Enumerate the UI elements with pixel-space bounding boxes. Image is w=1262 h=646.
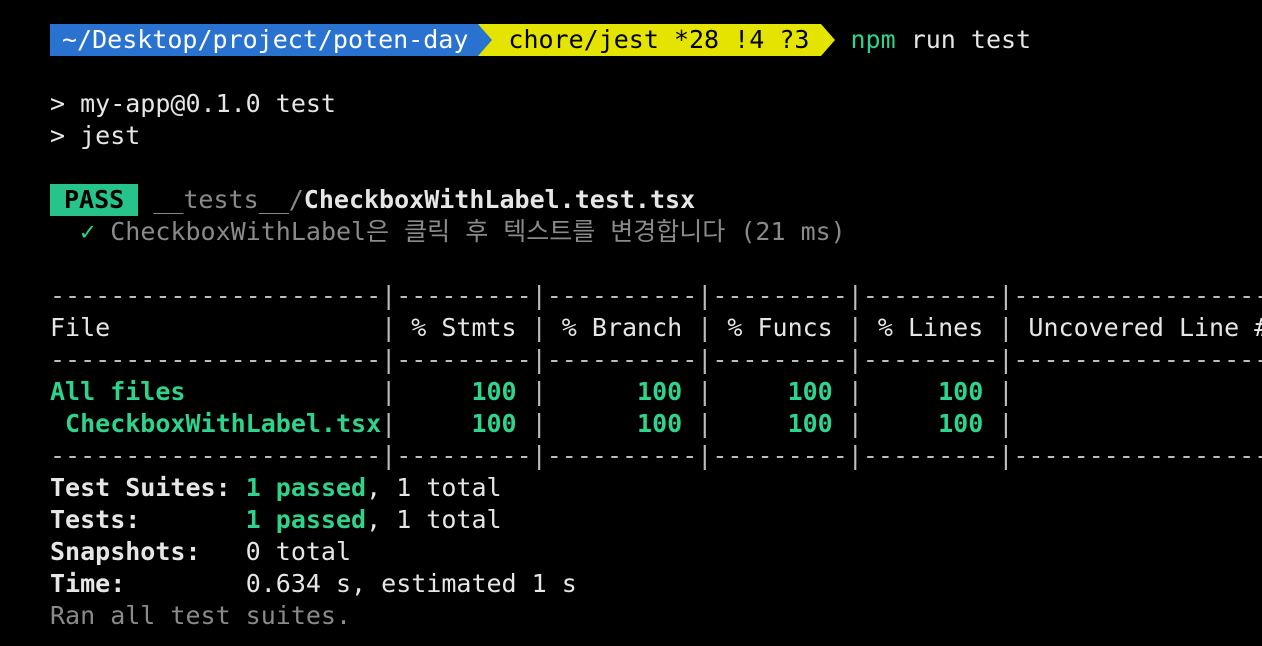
summary-suites: Test Suites: 1 passed, 1 total — [50, 472, 502, 504]
coverage-separator-bottom: ----------------------|---------|-------… — [50, 441, 1262, 470]
powerline-arrow-icon — [478, 24, 493, 56]
row-uncovered — [1013, 409, 1262, 438]
row-branch: 100 — [546, 409, 698, 438]
coverage-row-all-files: All files | 100 | 100 | 100 | 100 | — [50, 376, 1262, 408]
row-stmts: 100 — [396, 377, 532, 406]
summary-snapshots-value: 0 total — [245, 537, 352, 566]
prompt-git-segment: chore/jest *28 !4 ?3 — [492, 24, 822, 56]
row-branch: 100 — [546, 377, 698, 406]
summary-time: Time: 0.634 s, estimated 1 s — [50, 568, 577, 600]
header-funcs: % Funcs — [712, 313, 848, 342]
test-file: CheckboxWithLabel.test.tsx — [303, 185, 696, 214]
summary-suites-passed: 1 passed — [245, 473, 367, 502]
npm-output-line-1: > my-app@0.1.0 test — [50, 89, 336, 118]
summary-snapshots: Snapshots: 0 total — [50, 536, 351, 568]
summary-footer: Ran all test suites. — [50, 601, 352, 630]
powerline-arrow-icon — [821, 24, 836, 56]
header-lines: % Lines — [862, 313, 999, 342]
summary-time-value: 0.634 s, estimated 1 s — [245, 569, 577, 598]
summary-tests-label: Tests: — [50, 505, 141, 534]
command-name: npm — [850, 25, 896, 54]
shell-prompt: ~/Desktop/project/poten-day chore/jest *2… — [50, 24, 1031, 56]
test-case-line: ✓ CheckboxWithLabel은 클릭 후 텍스트를 변경합니다 (21… — [50, 216, 846, 248]
header-uncovered: Uncovered Line #s — [1028, 313, 1262, 342]
row-file: CheckboxWithLabel.tsx — [50, 409, 382, 438]
npm-output-line-2: > jest — [50, 121, 141, 150]
row-file: All files — [50, 377, 382, 406]
summary-tests: Tests: 1 passed, 1 total — [50, 504, 502, 536]
test-case-time: (21 ms) — [740, 217, 846, 246]
coverage-row-file: CheckboxWithLabel.tsx| 100 | 100 | 100 |… — [50, 408, 1262, 440]
header-stmts: % Stmts — [396, 313, 532, 342]
header-file: File — [50, 313, 382, 342]
pass-badge: PASS — [50, 184, 139, 216]
command-args: run test — [910, 25, 1032, 54]
row-funcs: 100 — [712, 377, 848, 406]
summary-tests-passed: 1 passed — [245, 505, 367, 534]
summary-snapshots-label: Snapshots: — [50, 537, 201, 566]
test-case-name: CheckboxWithLabel은 클릭 후 텍스트를 변경합니다 — [110, 217, 726, 246]
test-dir: __tests__/ — [153, 185, 304, 214]
row-stmts: 100 — [396, 409, 532, 438]
summary-time-label: Time: — [50, 569, 126, 598]
header-branch: % Branch — [546, 313, 698, 342]
summary-suites-label: Test Suites: — [50, 473, 231, 502]
check-icon: ✓ — [80, 217, 96, 246]
test-result-line: PASS __tests__/CheckboxWithLabel.test.ts… — [50, 184, 695, 216]
row-funcs: 100 — [712, 409, 848, 438]
row-lines: 100 — [862, 377, 999, 406]
coverage-header-row: File | % Stmts | % Branch | % Funcs | % … — [50, 312, 1262, 344]
terminal-window: ~/Desktop/project/poten-day chore/jest *2… — [0, 0, 1262, 646]
prompt-path-segment: ~/Desktop/project/poten-day — [50, 24, 479, 56]
coverage-separator-mid: ----------------------|---------|-------… — [50, 345, 1262, 374]
summary-suites-total: , 1 total — [366, 473, 502, 502]
row-uncovered — [1013, 377, 1262, 406]
summary-tests-total: , 1 total — [366, 505, 502, 534]
row-lines: 100 — [862, 409, 999, 438]
coverage-separator-top: ----------------------|---------|-------… — [50, 281, 1262, 310]
